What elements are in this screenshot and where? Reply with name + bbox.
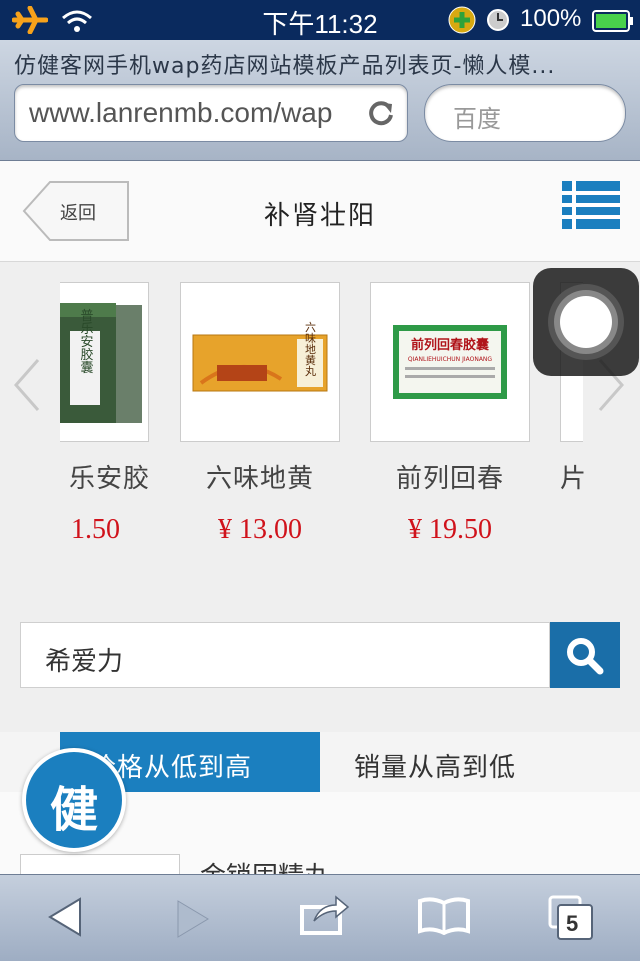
box3-label: 前列回春胶囊 (411, 337, 490, 353)
browser-search-placeholder: 百度 (453, 105, 501, 133)
search-input[interactable]: 希爱力 (20, 622, 550, 688)
product-image[interactable]: 六味地黄丸 (180, 282, 340, 442)
share-icon[interactable] (298, 893, 350, 937)
product-name[interactable]: 六味地黄 (180, 458, 340, 495)
box1-label: 普乐安胶囊 (78, 309, 94, 375)
address-bar[interactable]: www.lanrenmb.com/wap (14, 84, 408, 142)
browser-bar: 仿健客网手机wap药店网站模板产品列表页-懒人模... www.lanrenmb… (0, 40, 640, 161)
menu-icon[interactable] (562, 181, 620, 229)
url-text: www.lanrenmb.com/wap (29, 97, 333, 128)
assistive-touch-button[interactable] (533, 268, 639, 376)
page-title-bar: 仿健客网手机wap药店网站模板产品列表页-懒人模... (14, 54, 556, 79)
battery-icon (592, 10, 633, 32)
bookmarks-icon[interactable] (418, 895, 470, 935)
product-price: 1.50 (71, 514, 120, 545)
back-nav-icon[interactable] (46, 897, 82, 937)
browser-toolbar: 5 (0, 874, 640, 961)
product-box-image: 普乐安胶囊 (60, 303, 142, 423)
plus-badge-icon (448, 6, 476, 34)
product-box-image: 六味地黄丸 (192, 321, 328, 392)
product-search: 希爱力 (20, 622, 620, 688)
clock-icon (487, 9, 509, 31)
box3-sublabel: QIANLIEHUICHUN JIAONANG (408, 356, 492, 363)
battery-percent: 100% (520, 5, 582, 32)
tab-sales-high-to-low[interactable]: 销量从高到低 (320, 732, 640, 792)
chevron-left-icon[interactable] (12, 358, 42, 412)
tab-label: 销量从高到低 (354, 753, 517, 783)
product-price: ¥ 19.50 (408, 514, 492, 545)
logo-char: 健 (49, 782, 98, 838)
product-image[interactable]: 普乐安胶囊 (60, 282, 149, 442)
product-price: ¥ 13.00 (218, 514, 302, 545)
status-bar: 下午11:32 100% (0, 0, 640, 40)
browser-search-field[interactable]: 百度 (424, 84, 626, 142)
page-title: 补肾壮阳 (263, 201, 376, 231)
assistive-touch-icon (548, 284, 624, 360)
product-name[interactable]: 片 (560, 458, 590, 495)
product-box-image: 前列回春胶囊 QIANLIEHUICHUN JIAONANG (393, 325, 507, 399)
search-button[interactable] (550, 622, 620, 688)
site-logo-badge[interactable]: 健 (22, 748, 126, 852)
search-input-value: 希爱力 (45, 647, 124, 677)
search-icon (567, 638, 604, 675)
page-header: 返回 补肾壮阳 (0, 161, 640, 262)
product-name[interactable]: 前列回春 (370, 458, 530, 495)
product-image[interactable]: 前列回春胶囊 QIANLIEHUICHUN JIAONANG (370, 282, 530, 442)
forward-nav-icon[interactable] (176, 899, 212, 939)
box2-label: 六味地黄丸 (304, 321, 317, 377)
tabs-count: 5 (566, 911, 579, 936)
product-name[interactable]: 乐安胶 (10, 458, 150, 495)
reload-icon[interactable] (367, 99, 395, 127)
